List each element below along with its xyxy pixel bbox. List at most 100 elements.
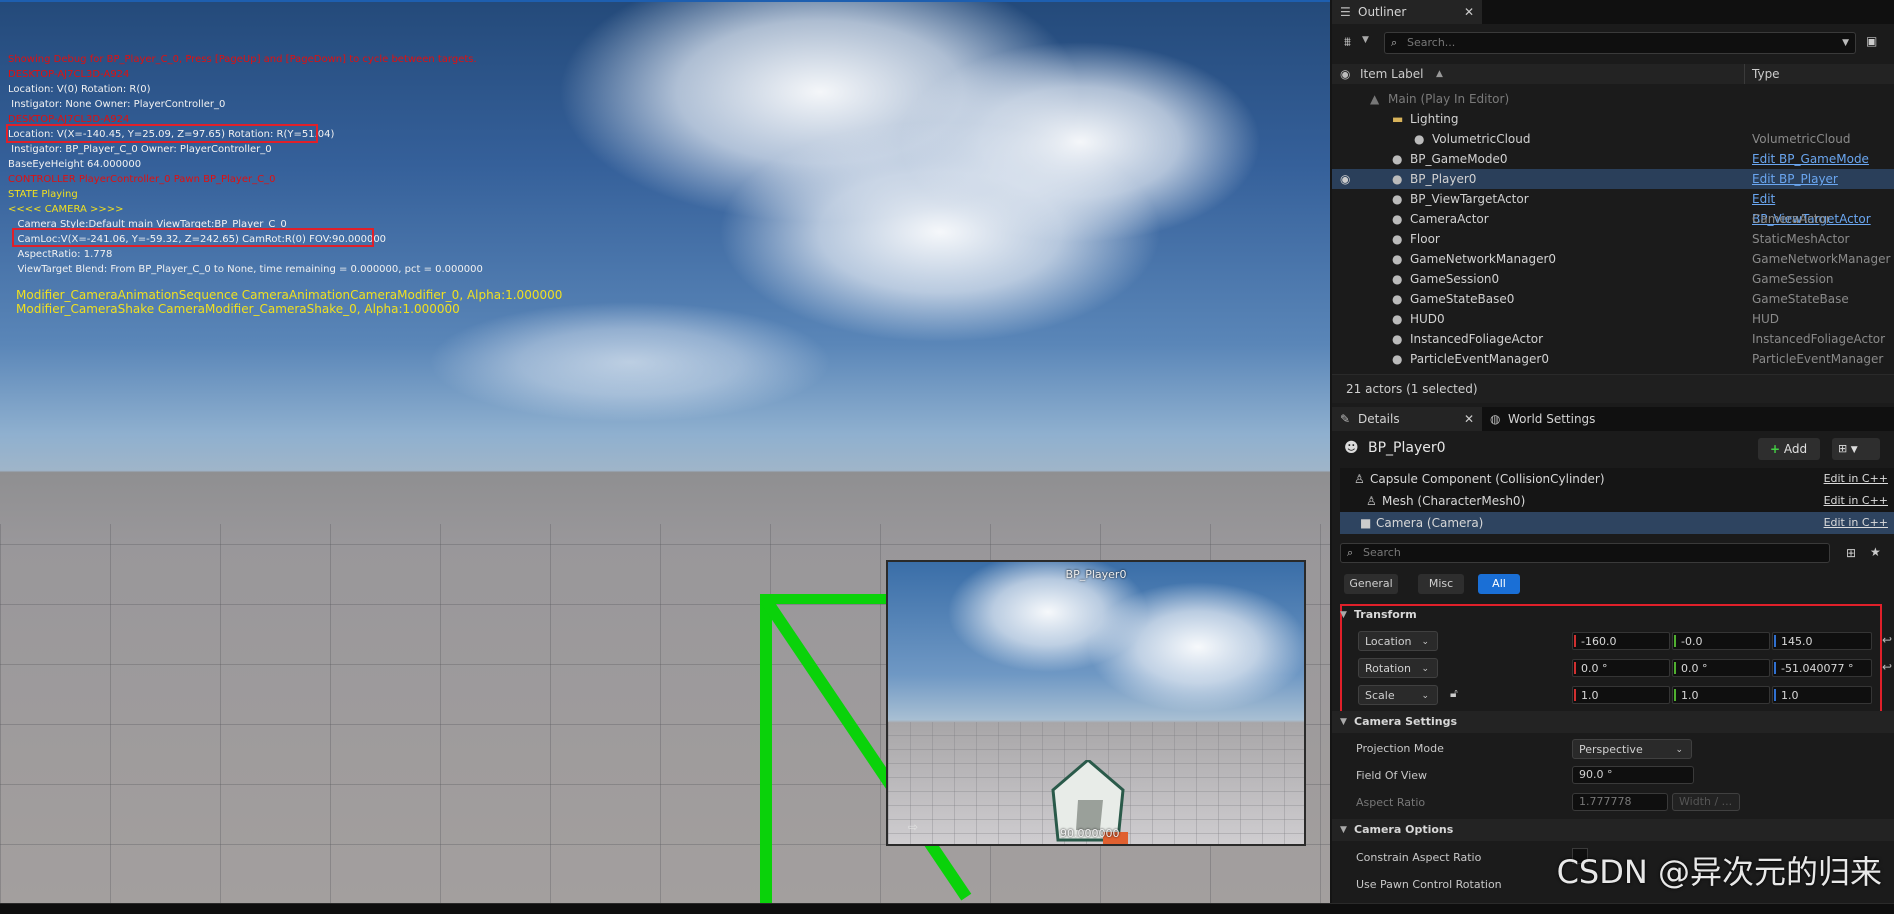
aspect-ratio-field[interactable]: 1.777778 [1572,793,1668,811]
component-row[interactable]: ■ Camera (Camera) Edit in C++ [1340,512,1894,534]
star-icon[interactable]: ★ [1870,545,1881,559]
add-component-button[interactable]: + Add [1758,438,1820,460]
lock-icon[interactable]: 🔓︎ [1450,686,1458,701]
debug-line: AspectRatio: 1.778 [8,249,113,260]
scale-y-field[interactable]: 1.0 [1672,686,1770,704]
chevron-down-icon: ⌄ [1421,691,1429,701]
projection-mode-dropdown[interactable]: Perspective ⌄ [1572,739,1692,759]
location-z-field[interactable]: 145.0 [1772,632,1872,650]
projection-mode-value: Perspective [1579,743,1643,756]
edit-in-cpp-link[interactable]: Edit in C++ [1824,512,1888,534]
chevron-down-icon: ▼ [1340,610,1347,620]
outliner-row[interactable]: ● VolumetricCloud VolumetricCloud [1332,129,1894,149]
debug-line: <<<< CAMERA >>>> [8,204,124,215]
filter-icon[interactable]: ⩩ [1344,35,1351,50]
outliner-toolbar: ⩩ ▼ ⌕ Search... ▼ ▣ [1332,30,1894,58]
outliner-row-label: InstancedFoliageActor [1410,332,1544,346]
blueprint-options-button[interactable]: ⊞ ▼ [1832,438,1880,460]
outliner-row[interactable]: ▬ Lighting [1332,109,1894,129]
outliner-row[interactable]: ● GameStateBase0 GameStateBase [1332,289,1894,309]
outliner-tabbar: ☰ Outliner ✕ [1332,0,1894,24]
actor-icon: ● [1392,292,1403,306]
actor-icon: ● [1392,332,1403,346]
outliner-row[interactable]: ● BP_GameMode0 Edit BP_GameMode [1332,149,1894,169]
debug-line: STATE Playing [8,189,78,200]
scale-z-field[interactable]: 1.0 [1772,686,1872,704]
scale-dropdown[interactable]: Scale ⌄ [1358,685,1438,705]
cloud [430,302,830,422]
filter-all[interactable]: All [1478,574,1520,594]
outliner-row-type[interactable]: Edit BP_GameMode [1752,149,1869,169]
outliner-row-label: GameNetworkManager0 [1410,252,1557,266]
modifier-line-2: Modifier_CameraShake CameraModifier_Came… [16,302,460,316]
actor-icon: ● [1414,132,1425,146]
close-icon[interactable]: ✕ [1464,0,1474,24]
blueprint-icon: ⊞ [1838,442,1848,455]
debug-line: Location: V(0) Rotation: R(0) [8,84,151,95]
outliner-row[interactable]: ● ParticleEventManager0 ParticleEventManag… [1332,349,1894,369]
actor-icon: ● [1392,172,1403,186]
section-transform[interactable]: ▼ Transform [1332,604,1894,626]
outliner-row-type[interactable]: Edit BP_Player [1752,169,1838,189]
outliner-row[interactable]: ● Floor StaticMeshActor [1332,229,1894,249]
outliner-row-type: GameStateBase [1752,292,1849,306]
outliner-row-label: BP_GameMode0 [1410,152,1508,166]
component-row[interactable]: ♙ Capsule Component (CollisionCylinder) Ed… [1340,468,1894,490]
location-dropdown[interactable]: Location ⌄ [1358,631,1438,651]
aspect-preset-dropdown[interactable]: Width / ... [1672,793,1740,811]
reset-icon[interactable]: ↩ [1882,633,1892,647]
filter-misc[interactable]: Misc [1418,574,1464,594]
location-x-field[interactable]: -160.0 [1572,632,1670,650]
rotation-y-field[interactable]: 0.0 ° [1672,659,1770,677]
outliner-row-label: GameStateBase0 [1410,292,1515,306]
tab-outliner[interactable]: ☰ Outliner ✕ [1332,0,1482,24]
actor-icon: ☻ [1344,440,1359,456]
chevron-down-icon[interactable]: ▼ [1362,35,1369,45]
details-search-input[interactable]: ⌕ Search [1340,543,1830,563]
col-item-label[interactable]: Item Label [1360,64,1424,84]
outliner-row[interactable]: ● GameSession0 GameSession [1332,269,1894,289]
edit-in-cpp-link[interactable]: Edit in C++ [1824,490,1888,512]
component-row[interactable]: ♙ Mesh (CharacterMesh0) Edit in C++ [1340,490,1894,512]
plus-icon: + [1770,442,1781,456]
grid-view-icon[interactable]: ⊞ [1846,546,1856,560]
rotation-z-field[interactable]: -51.040077 ° [1772,659,1872,677]
scale-x-field[interactable]: 1.0 [1572,686,1670,704]
close-icon[interactable]: ✕ [1464,407,1474,431]
tab-world-settings[interactable]: ◍ World Settings [1482,407,1622,431]
outliner-row-type: GameNetworkManager [1752,252,1891,266]
field-of-view-field[interactable]: 90.0 ° [1572,766,1694,784]
section-camera-options[interactable]: ▼ Camera Options [1332,819,1894,841]
rotation-dropdown[interactable]: Rotation ⌄ [1358,658,1438,678]
folder-add-icon[interactable]: ▣ [1866,34,1877,48]
section-camera-settings[interactable]: ▼ Camera Settings [1332,711,1894,733]
outliner-row[interactable]: ◉ ● BP_Player0 Edit BP_Player [1332,169,1894,189]
debug-line: BaseEyeHeight 64.000000 [8,159,142,170]
reset-icon[interactable]: ↩ [1882,660,1892,674]
constrain-aspect-label: Constrain Aspect Ratio [1356,851,1482,864]
column-divider[interactable] [1744,64,1745,84]
col-type[interactable]: Type [1752,64,1780,84]
outliner-row-label: Lighting [1410,112,1459,126]
outliner-row[interactable]: ● BP_ViewTargetActor Edit BP_ViewTargetAct… [1332,189,1894,226]
tab-details[interactable]: ✎ Details ✕ [1332,407,1482,431]
edit-in-cpp-link[interactable]: Edit in C++ [1824,468,1888,490]
tab-world-settings-label: World Settings [1508,412,1596,426]
eye-icon[interactable]: ◉ [1340,64,1350,84]
eye-icon[interactable]: ◉ [1340,169,1350,189]
outliner-row[interactable]: ▲ Main (Play In Editor) [1332,89,1894,109]
pencil-icon: ✎ [1340,412,1351,426]
outliner-row[interactable]: ● HUD0 HUD [1332,309,1894,329]
game-viewport[interactable]: Showing Debug for BP_Player_C_0, Press [… [0,0,1330,903]
filter-general[interactable]: General [1344,574,1398,594]
outliner-row[interactable]: ● InstancedFoliageActor InstancedFoliageAc… [1332,329,1894,349]
outliner-search-input[interactable]: ⌕ Search... ▼ [1384,32,1856,54]
details-search-placeholder: Search [1363,546,1401,559]
camera-options-title: Camera Options [1354,823,1454,836]
outliner-row-label: CameraActor [1410,212,1489,226]
rotation-x-field[interactable]: 0.0 ° [1572,659,1670,677]
outliner-row[interactable]: ● GameNetworkManager0 GameNetworkManager [1332,249,1894,269]
location-y-field[interactable]: -0.0 [1672,632,1770,650]
outliner-row[interactable]: ● CameraActor CameraActor [1332,209,1894,229]
pip-fov-text: 90.000000 [1060,827,1120,840]
